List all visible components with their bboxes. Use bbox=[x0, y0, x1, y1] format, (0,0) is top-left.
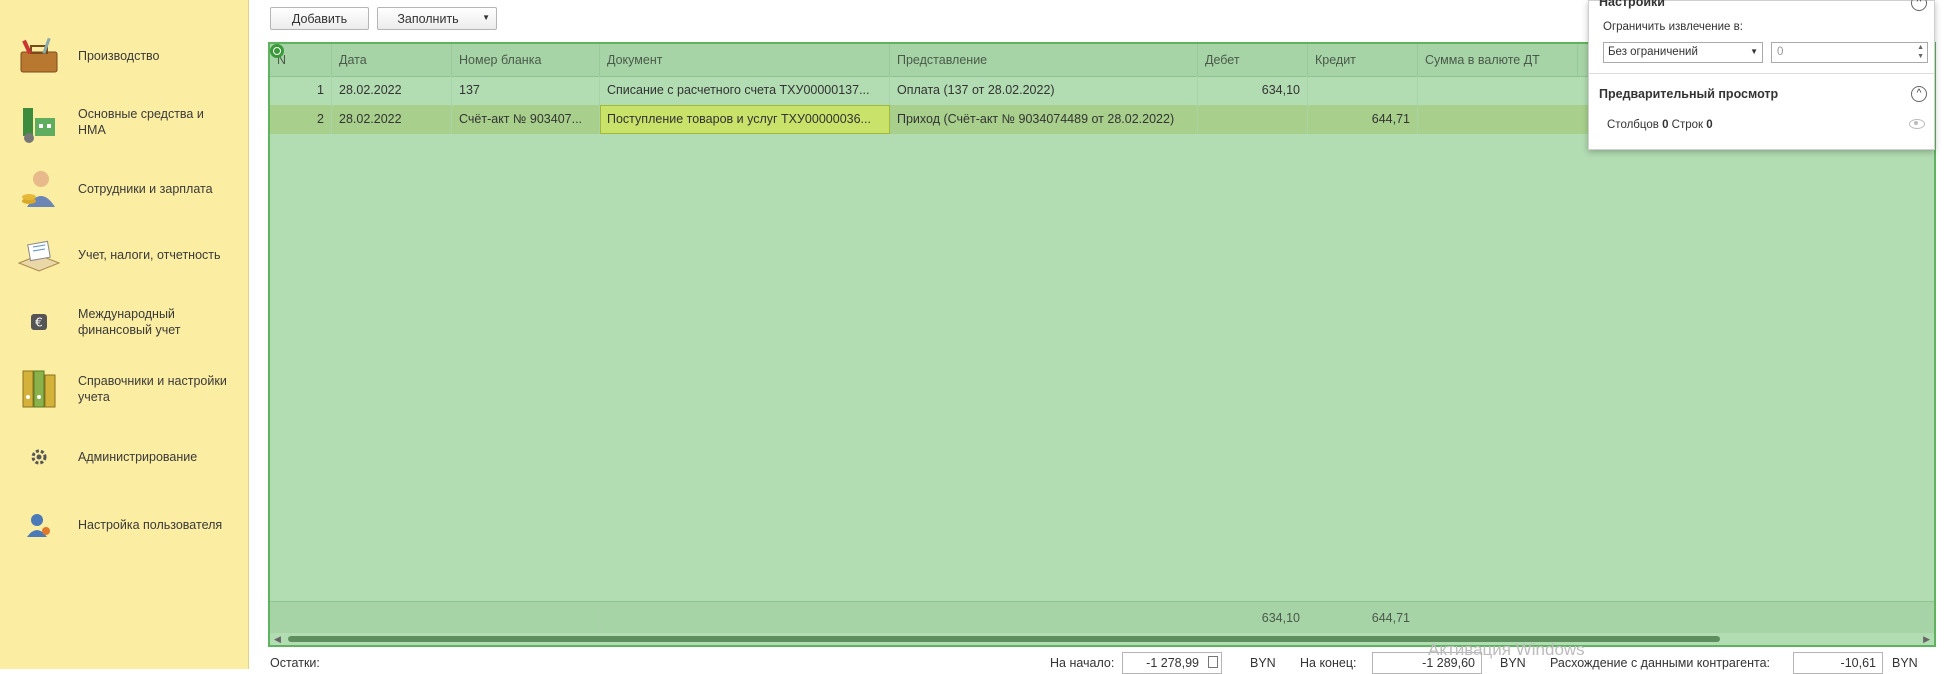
settings-panel: Настройки ^ Ограничить извлечение в: Без… bbox=[1588, 0, 1935, 150]
sidebar-item-label: Администрирование bbox=[78, 450, 198, 464]
sidebar-item-label: Настройка пользователя bbox=[78, 518, 223, 532]
sidebar-item-label: Сотрудники и зарплата bbox=[78, 182, 213, 196]
gear-icon bbox=[14, 434, 64, 480]
binders-icon bbox=[14, 366, 64, 412]
start-label: На начало: bbox=[1050, 656, 1115, 670]
sidebar-item-administration[interactable]: Администрирование bbox=[14, 434, 239, 480]
col-header-currency-sum[interactable]: Сумма в валюте ДТ bbox=[1418, 44, 1578, 76]
chevron-down-icon: ▼ bbox=[482, 13, 490, 22]
windows-activation-watermark: Активация Windows bbox=[1428, 640, 1585, 659]
col-header-credit[interactable]: Кредит bbox=[1308, 44, 1418, 76]
horizontal-scrollbar[interactable]: ◀ ▶ bbox=[270, 633, 1934, 645]
col-header-blank-number[interactable]: Номер бланка bbox=[452, 44, 600, 76]
sidebar-item-references[interactable]: Справочники и настройки учета bbox=[14, 366, 239, 412]
sidebar-item-label: Международный финансовый учет bbox=[78, 307, 181, 337]
preview-collapse-icon[interactable]: ^ bbox=[1911, 86, 1927, 102]
col-header-representation[interactable]: Представление bbox=[890, 44, 1198, 76]
eye-icon[interactable] bbox=[1909, 119, 1925, 129]
preview-stats: Столбцов 0 Строк 0 bbox=[1607, 119, 1713, 131]
currency-label: BYN bbox=[1250, 656, 1276, 670]
total-credit: 644,71 bbox=[1308, 602, 1418, 634]
sidebar: Производство Основные средства и НМА Сот… bbox=[0, 0, 249, 669]
euro-icon: € bbox=[14, 299, 64, 345]
sidebar-item-label: Учет, налоги, отчетность bbox=[78, 248, 221, 262]
divider bbox=[1589, 73, 1934, 74]
sidebar-item-label: Справочники и настройки учета bbox=[78, 374, 227, 404]
sidebar-item-ifrs[interactable]: € Международный финансовый учет bbox=[14, 299, 239, 345]
end-label: На конец: bbox=[1300, 656, 1357, 670]
sidebar-item-user-settings[interactable]: Настройка пользователя bbox=[14, 502, 239, 548]
limit-label: Ограничить извлечение в: bbox=[1603, 21, 1743, 33]
sidebar-item-production[interactable]: Производство bbox=[14, 33, 239, 79]
currency-label: BYN bbox=[1892, 656, 1918, 670]
col-header-date[interactable]: Дата bbox=[332, 44, 452, 76]
limit-value-field[interactable]: 0 ▲ ▼ bbox=[1771, 42, 1928, 63]
settings-collapse-icon[interactable]: ^ bbox=[1911, 0, 1927, 11]
employee-icon bbox=[14, 166, 64, 212]
focused-cell[interactable]: Поступление товаров и услуг ТХУ00000036.… bbox=[600, 105, 890, 134]
preview-title: Предварительный просмотр bbox=[1599, 87, 1779, 101]
limit-select[interactable]: Без ограничений ▼ bbox=[1603, 42, 1763, 63]
scroll-right-icon[interactable]: ▶ bbox=[1923, 633, 1930, 645]
balances-label: Остатки: bbox=[270, 656, 320, 670]
table-marker-icon bbox=[270, 44, 284, 58]
col-header-document[interactable]: Документ bbox=[600, 44, 890, 76]
total-debit: 634,10 bbox=[1198, 602, 1308, 634]
factory-icon bbox=[14, 99, 64, 145]
calculator-icon[interactable] bbox=[1208, 656, 1218, 668]
start-balance-field[interactable]: -1 278,99 bbox=[1122, 652, 1222, 674]
user-settings-icon bbox=[14, 502, 64, 548]
chevron-down-icon: ▼ bbox=[1750, 47, 1758, 56]
settings-title: Настройки bbox=[1599, 0, 1665, 9]
svg-text:€: € bbox=[35, 316, 43, 330]
diff-field[interactable]: -10,61 bbox=[1793, 652, 1883, 674]
sidebar-item-employees[interactable]: Сотрудники и зарплата bbox=[14, 166, 239, 212]
sidebar-item-accounting[interactable]: Учет, налоги, отчетность bbox=[14, 232, 239, 278]
sidebar-item-label: Производство bbox=[78, 49, 160, 63]
toolbox-icon bbox=[14, 33, 64, 79]
report-icon bbox=[14, 232, 64, 278]
sidebar-item-fixed-assets[interactable]: Основные средства и НМА bbox=[14, 99, 239, 145]
table-footer: 634,10 644,71 bbox=[270, 601, 1934, 634]
scroll-left-icon[interactable]: ◀ bbox=[274, 633, 281, 645]
col-header-debit[interactable]: Дебет bbox=[1198, 44, 1308, 76]
spinner-icon[interactable]: ▲ ▼ bbox=[1917, 43, 1924, 61]
fill-button[interactable]: Заполнить ▼ bbox=[377, 7, 497, 30]
sidebar-item-label: Основные средства и НМА bbox=[78, 107, 204, 137]
add-button[interactable]: Добавить bbox=[270, 7, 369, 30]
